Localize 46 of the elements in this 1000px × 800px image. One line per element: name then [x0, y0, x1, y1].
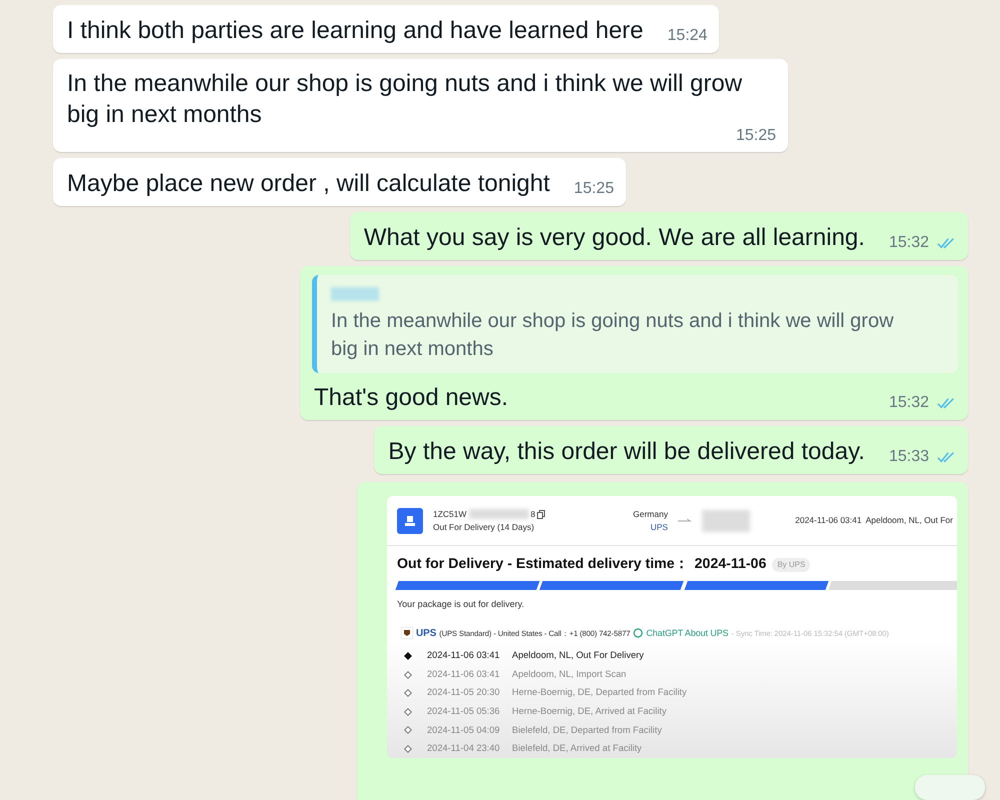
copy-icon[interactable]: [537, 510, 546, 519]
event-description: Bielefeld, DE, Departed from Facility: [512, 724, 662, 737]
message-time: 15:33: [888, 447, 929, 467]
package-icon: [397, 508, 423, 534]
redacted-text: [468, 509, 529, 520]
message-text: Maybe place new order , will calculate tonight: [67, 170, 550, 197]
redacted-name: [331, 287, 379, 301]
screenshot-image[interactable]: [387, 496, 957, 758]
event-description: Herne-Boernig, DE, Arrived at Facility: [512, 704, 666, 718]
message-time: 15:24: [667, 26, 708, 46]
carrier-link[interactable]: UPS: [633, 520, 668, 534]
event-description: Apeldoom, NL, Out For Delivery: [512, 649, 644, 662]
message-text: I think both parties are learning and have learned here: [67, 17, 644, 44]
source-badge: By UPS: [772, 558, 810, 572]
message-time: 15:25: [574, 179, 614, 199]
status-message: Your package is out for delivery.: [396, 598, 526, 612]
message-text: What you say is very good. We are all learning.: [364, 224, 865, 251]
event-description: Apeldoom, NL, Import Scan: [512, 668, 626, 681]
event-time: 2024-11-04 23:40: [427, 742, 501, 756]
estimated-date: 2024-11-06: [694, 555, 766, 574]
message-text: By the way, this order will be delivered today.: [388, 438, 865, 465]
event-description: Herne-Boernig, DE, Departed from Facility: [512, 686, 687, 700]
carrier-name: UPS: [416, 626, 436, 641]
event-time: 2024-11-06 03:41: [427, 649, 501, 662]
message-time: 15:32: [888, 393, 929, 413]
message-time: 15:25: [736, 126, 776, 146]
delivery-status: Out For Delivery (14 Days): [433, 520, 536, 534]
message-time: 15:32: [888, 233, 929, 253]
message-text: That's good news.: [314, 384, 508, 411]
event-time: 2024-11-05 04:09: [427, 724, 501, 736]
quoted-text: In the meanwhile our shop is going nuts and i think we will grow big in next months: [331, 309, 895, 362]
delivery-headline: Out for Delivery - Estimated delivery time：: [397, 555, 689, 574]
shield-icon: [401, 627, 413, 640]
latest-event-place: Apeldoom, NL, Out For: [866, 514, 953, 527]
latest-event-time: 2024-11-06 03:41: [795, 514, 862, 527]
message-text: In the meanwhile our shop is going nuts and i think we will grow big in next months: [67, 70, 742, 128]
redacted-text: [702, 510, 750, 532]
event-time: 2024-11-05 20:30: [427, 686, 501, 700]
event-description: Bielefeld, DE, Arrived at Facility: [512, 742, 642, 756]
origin-country: Germany: [633, 508, 668, 520]
quoted-message[interactable]: In the meanwhile our shop is going nuts and i think we will grow big in next months: [312, 275, 958, 373]
ai-link[interactable]: ChatGPT About UPS: [633, 626, 728, 640]
event-time: 2024-11-05 05:36: [427, 704, 501, 718]
event-time: 2024-11-06 03:41: [427, 668, 501, 681]
tracking-number: 1ZC51W: [433, 508, 467, 520]
tracking-number: 8: [530, 508, 536, 520]
